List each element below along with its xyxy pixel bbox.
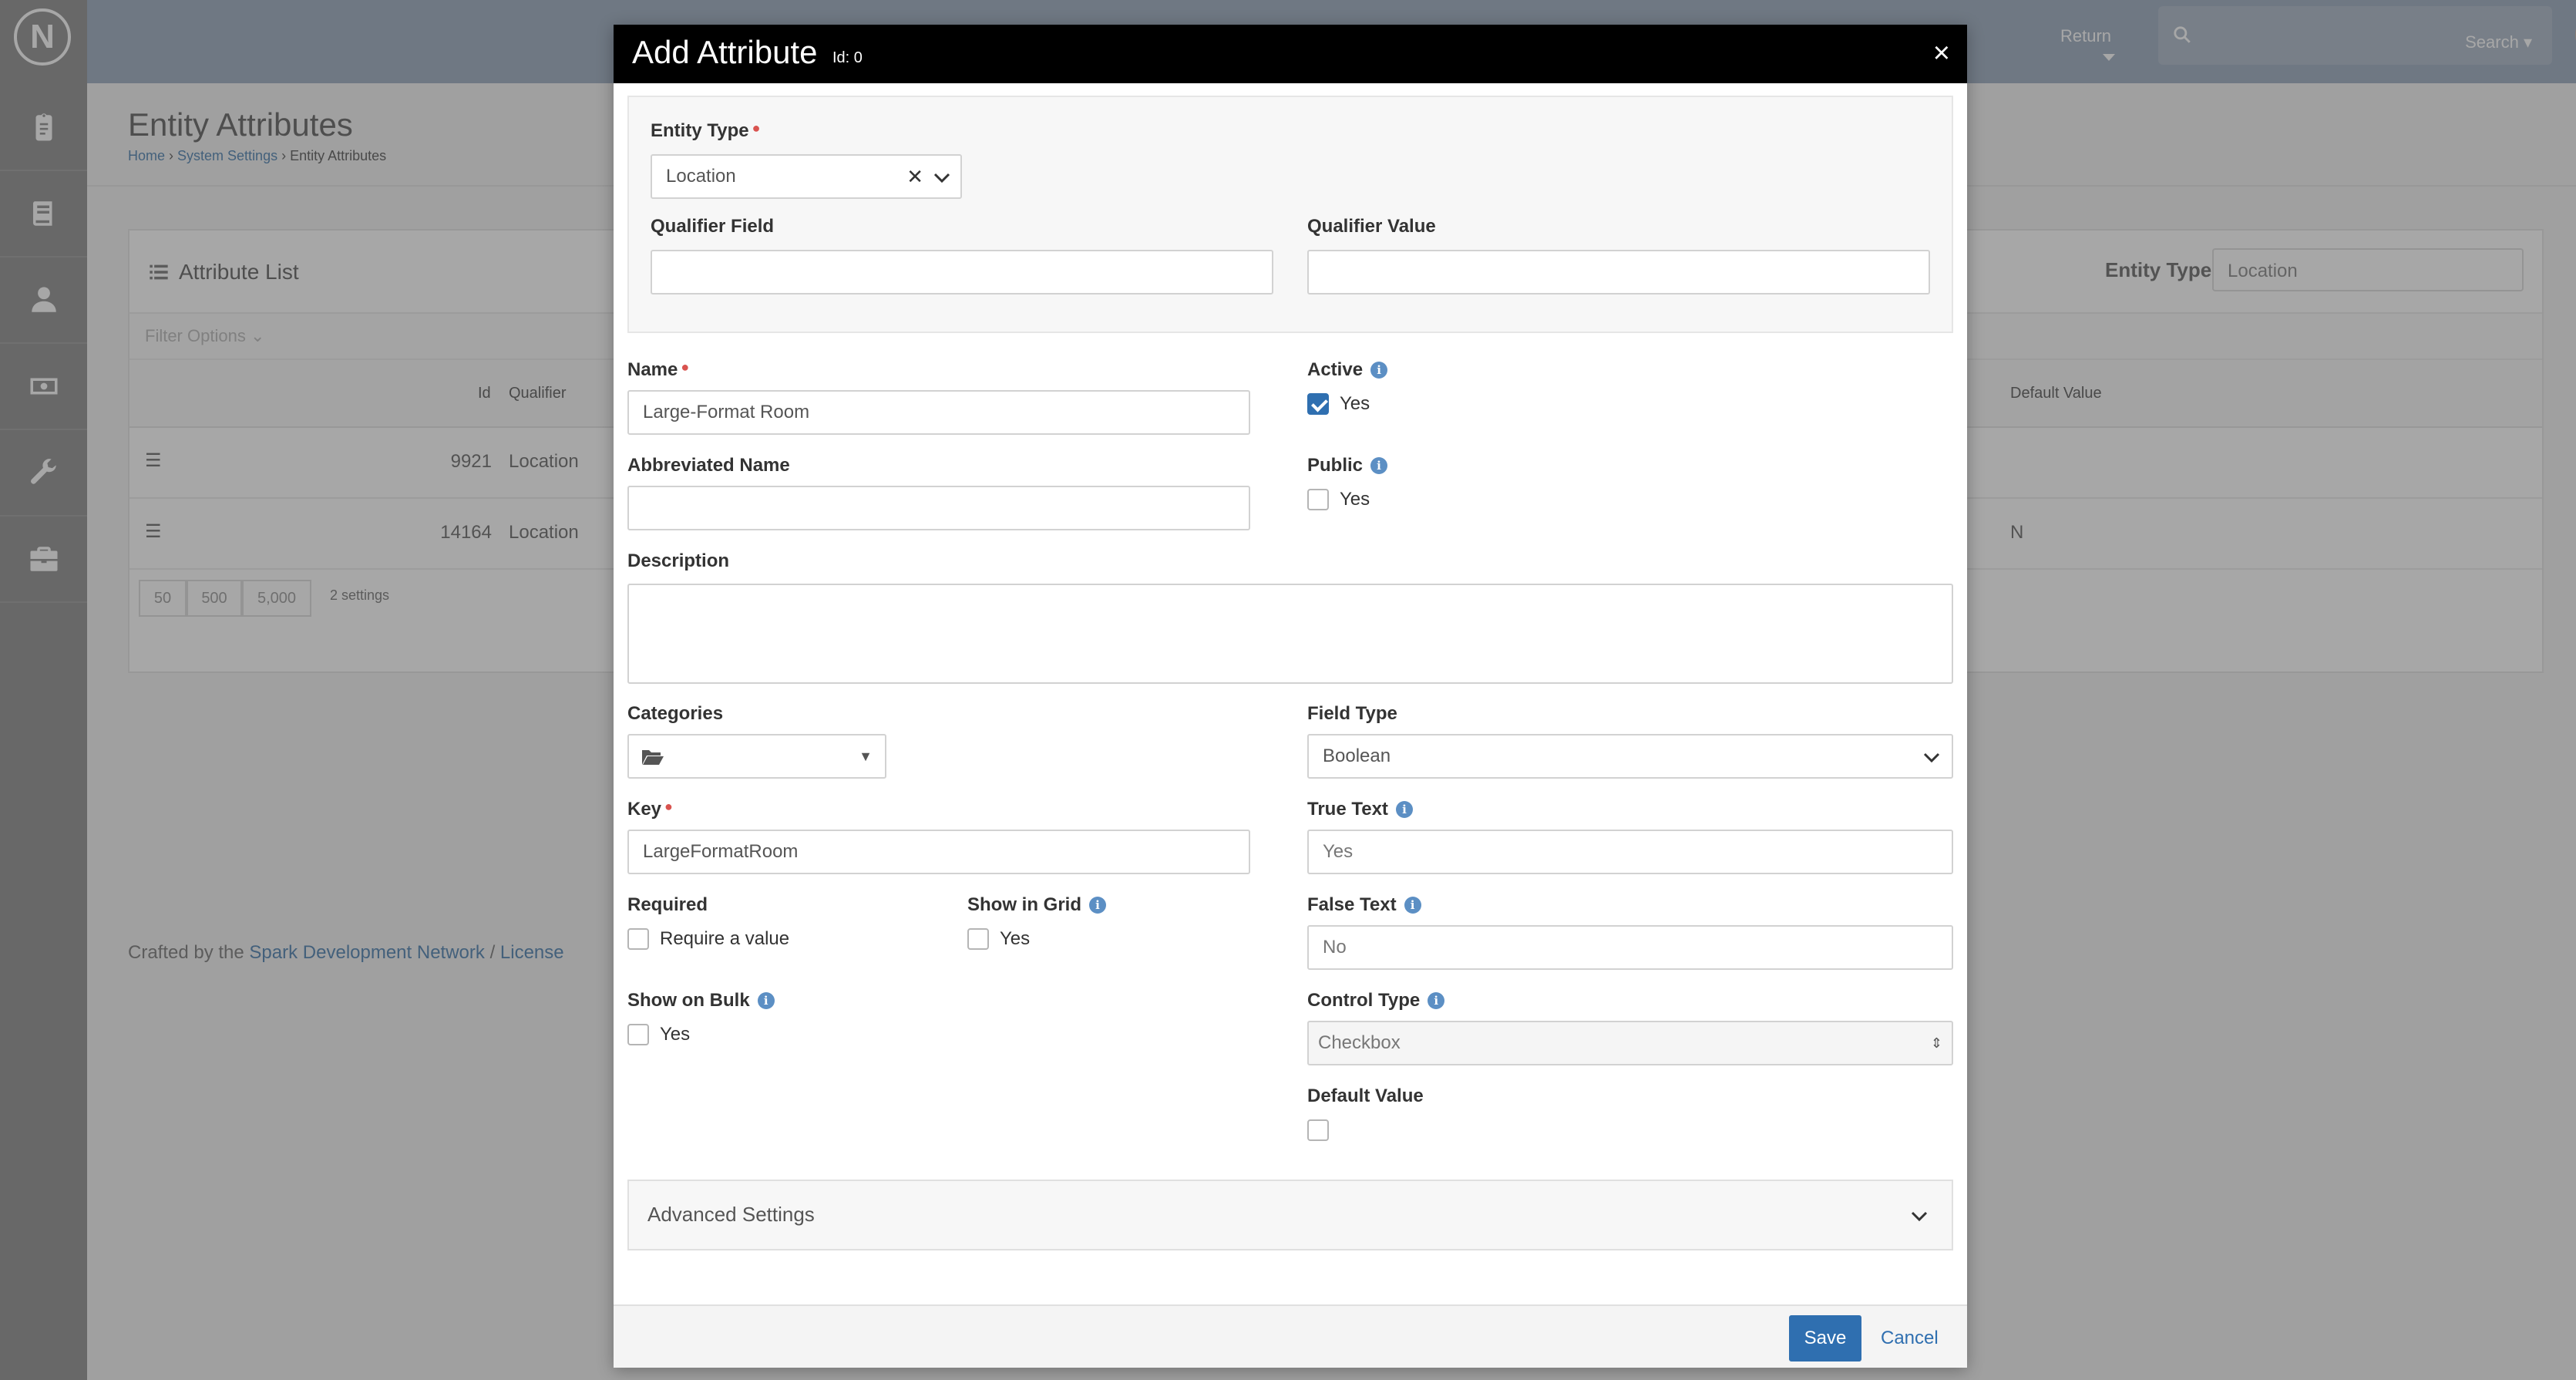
modal-title: Add Attribute <box>632 34 818 70</box>
required-checkbox[interactable] <box>627 928 649 950</box>
advanced-settings-panel[interactable]: Advanced Settings <box>627 1180 1953 1250</box>
folder-open-icon <box>642 750 664 765</box>
categories-label: Categories <box>627 703 724 724</box>
active-label: Active i <box>1307 359 1388 381</box>
info-icon[interactable]: i <box>1395 801 1413 818</box>
save-button[interactable]: Save <box>1789 1315 1861 1361</box>
description-label: Description <box>627 550 730 571</box>
cancel-button[interactable]: Cancel <box>1881 1315 1939 1361</box>
info-icon[interactable]: i <box>757 992 775 1009</box>
caret-down-icon: ▼ <box>859 749 873 764</box>
name-label: Name ● <box>627 359 690 380</box>
qualifier-value-input[interactable] <box>1307 250 1930 295</box>
abbreviated-name-label: Abbreviated Name <box>627 455 790 476</box>
default-value-label: Default Value <box>1307 1085 1424 1106</box>
public-label: Public i <box>1307 455 1388 476</box>
show-on-bulk-option-label[interactable]: Yes <box>660 1024 690 1045</box>
public-checkbox[interactable] <box>1307 489 1329 510</box>
info-icon[interactable]: i <box>1428 992 1445 1009</box>
active-option-label[interactable]: Yes <box>1340 393 1370 415</box>
show-in-grid-checkbox[interactable] <box>967 928 989 950</box>
qualifier-value-label: Qualifier Value <box>1307 216 1436 237</box>
description-textarea[interactable] <box>627 584 1953 684</box>
qualifier-field-label: Qualifier Field <box>651 216 775 237</box>
control-type-select[interactable]: Checkbox ⇕ <box>1307 1021 1953 1065</box>
false-text-input[interactable]: No <box>1307 925 1953 970</box>
modal-footer: Save Cancel <box>614 1304 1967 1368</box>
show-on-bulk-checkbox[interactable] <box>627 1024 649 1045</box>
chevron-down-icon <box>933 173 950 183</box>
entity-type-select[interactable]: Location ✕ <box>651 154 962 199</box>
qualifier-field-input[interactable] <box>651 250 1273 295</box>
info-icon[interactable]: i <box>1404 897 1421 914</box>
key-label: Key ● <box>627 799 673 820</box>
updown-icon: ⇕ <box>1930 1035 1942 1051</box>
add-attribute-modal: Add Attribute Id: 0 × Entity Type ● Locat… <box>614 25 1967 1368</box>
required-label: Required <box>627 894 708 915</box>
true-text-input[interactable]: Yes <box>1307 830 1953 874</box>
modal-id: Id: 0 <box>832 49 863 66</box>
false-text-label: False Text i <box>1307 894 1421 916</box>
info-icon[interactable]: i <box>1370 457 1388 474</box>
field-type-label: Field Type <box>1307 703 1397 724</box>
abbreviated-name-input[interactable] <box>627 486 1250 530</box>
show-in-grid-option-label[interactable]: Yes <box>1000 928 1030 950</box>
name-input[interactable]: Large-Format Room <box>627 390 1250 435</box>
key-input[interactable]: LargeFormatRoom <box>627 830 1250 874</box>
info-icon[interactable]: i <box>1370 362 1388 379</box>
chevron-down-icon <box>1911 1211 1928 1222</box>
categories-picker[interactable]: ▼ <box>627 734 886 779</box>
active-checkbox[interactable] <box>1307 393 1329 415</box>
control-type-label: Control Type i <box>1307 990 1445 1011</box>
default-value-checkbox[interactable] <box>1307 1119 1329 1141</box>
clear-icon[interactable]: ✕ <box>906 156 923 197</box>
entity-fieldset: Entity Type ● Location ✕ Qualifier Field … <box>627 96 1953 333</box>
field-type-select[interactable]: Boolean <box>1307 734 1953 779</box>
required-option-label[interactable]: Require a value <box>660 928 789 950</box>
chevron-down-icon <box>1923 752 1940 763</box>
info-icon[interactable]: i <box>1089 897 1106 914</box>
true-text-label: True Text i <box>1307 799 1413 820</box>
entity-type-label: Entity Type ● <box>651 120 761 141</box>
close-icon[interactable]: × <box>1933 37 1950 70</box>
show-in-grid-label: Show in Grid i <box>967 894 1106 916</box>
show-on-bulk-label: Show on Bulk i <box>627 990 775 1011</box>
public-option-label[interactable]: Yes <box>1340 489 1370 510</box>
